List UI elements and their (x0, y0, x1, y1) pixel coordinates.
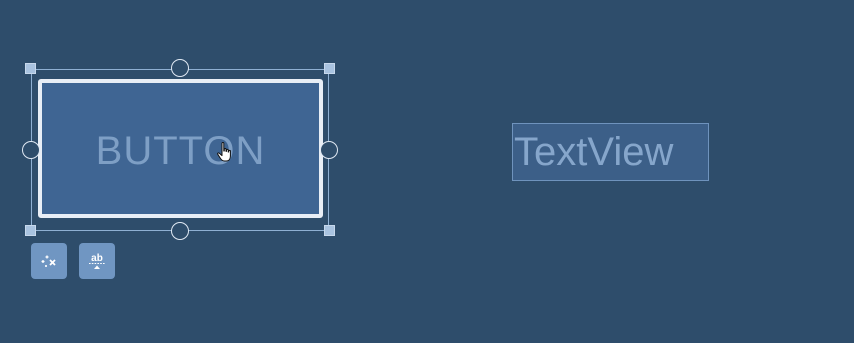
textview-label: TextView (514, 130, 674, 174)
constraint-anchor-bottom[interactable] (171, 222, 189, 240)
baseline-icon: ab (89, 253, 105, 269)
button-label: BUTTON (95, 128, 266, 173)
constraint-anchor-top[interactable] (171, 59, 189, 77)
hand-pointer-icon (217, 141, 231, 162)
textview-widget[interactable]: TextView (512, 123, 709, 181)
resize-handle-top-right[interactable] (324, 63, 335, 74)
baseline-button[interactable]: ab (79, 243, 115, 279)
button-widget[interactable]: BUTTON (38, 79, 323, 218)
resize-handle-bottom-left[interactable] (25, 225, 36, 236)
clear-constraints-icon (41, 255, 56, 267)
constraint-anchor-left[interactable] (22, 141, 40, 159)
baseline-icon-glyph: ab (91, 253, 103, 264)
constraint-anchor-right[interactable] (320, 141, 338, 159)
layout-editor-canvas[interactable]: BUTTON ab TextView (0, 0, 854, 343)
clear-constraints-button[interactable] (31, 243, 67, 279)
resize-handle-top-left[interactable] (25, 63, 36, 74)
resize-handle-bottom-right[interactable] (324, 225, 335, 236)
